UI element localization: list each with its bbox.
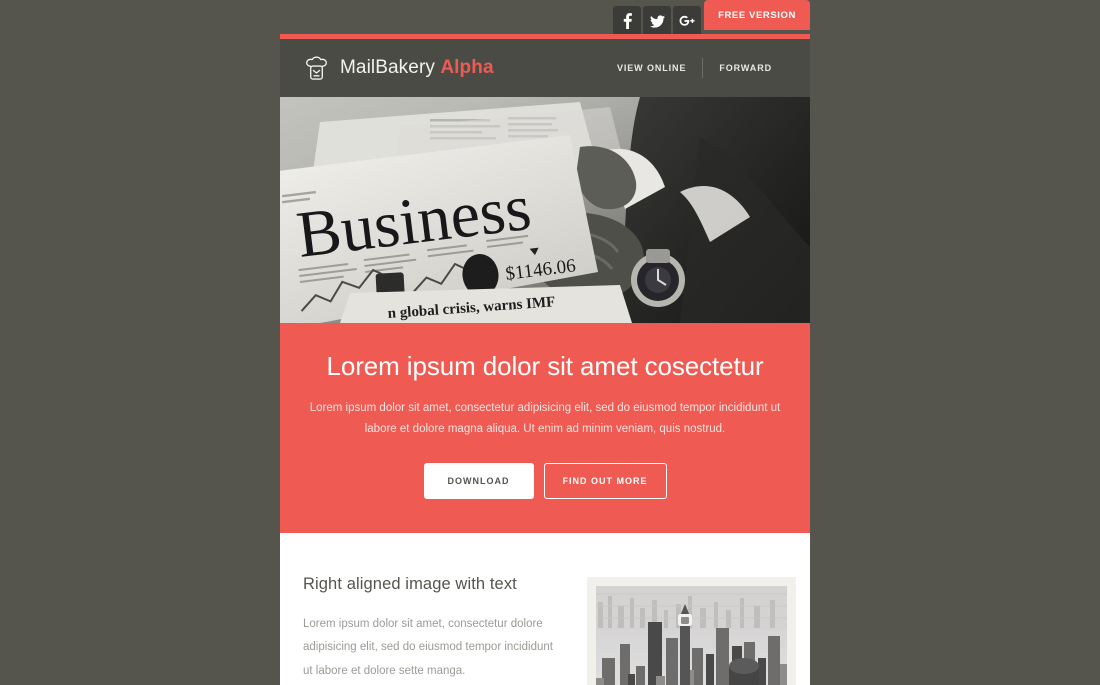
hero-title: Lorem ipsum dolor sit amet cosectetur	[326, 351, 764, 381]
brand-logo[interactable]: MailBakery Alpha	[303, 55, 494, 81]
nav-view-online[interactable]: VIEW ONLINE	[601, 63, 702, 73]
download-button[interactable]: DOWNLOAD	[423, 462, 534, 499]
free-version-button[interactable]: FREE VERSION	[704, 0, 810, 30]
header-nav: VIEW ONLINE FORWARD	[601, 58, 788, 78]
hero-find-out-more-button[interactable]: FIND OUT MORE	[543, 462, 667, 499]
brand-name: MailBakery	[340, 57, 441, 78]
facebook-glyph	[623, 13, 632, 29]
googleplus-icon[interactable]	[673, 6, 702, 36]
content-section: Right aligned image with text Lorem ipsu…	[280, 532, 810, 685]
content-title: Right aligned image with text	[303, 574, 517, 593]
social-buttons	[613, 6, 703, 36]
email-template-container: MailBakery Alpha VIEW ONLINE FORWARD Bus…	[280, 34, 810, 685]
twitter-glyph	[649, 14, 665, 28]
googleplus-glyph	[679, 15, 695, 26]
hero-button-group: DOWNLOAD FIND OUT MORE	[302, 462, 788, 499]
app-root: FREE VERSION MailBakery Alpha VIEW ONLIN…	[0, 0, 1100, 685]
brand-accent: Alpha	[440, 57, 494, 78]
content-image-column	[587, 575, 796, 685]
photo-frame[interactable]	[587, 576, 796, 685]
brand-text: MailBakery Alpha	[340, 57, 494, 79]
hero-subtitle: Lorem ipsum dolor sit amet, consectetur …	[309, 402, 781, 436]
twitter-icon[interactable]	[643, 6, 672, 36]
nav-forward[interactable]: FORWARD	[703, 63, 788, 73]
content-body: Lorem ipsum dolor sit amet, consectetur …	[303, 617, 553, 677]
email-header: MailBakery Alpha VIEW ONLINE FORWARD	[280, 39, 810, 97]
facebook-icon[interactable]	[613, 6, 642, 36]
chef-hat-bread-icon	[306, 55, 327, 80]
hero-banner: Lorem ipsum dolor sit amet cosectetur Lo…	[280, 323, 810, 533]
hero-photo-business-newspaper: Business $1146.06 n global crisis, warns…	[280, 97, 810, 323]
hero-image: Business $1146.06 n global crisis, warns…	[280, 97, 810, 323]
content-text-column: Right aligned image with text Lorem ipsu…	[303, 575, 565, 685]
city-skyline-photo	[596, 585, 787, 685]
